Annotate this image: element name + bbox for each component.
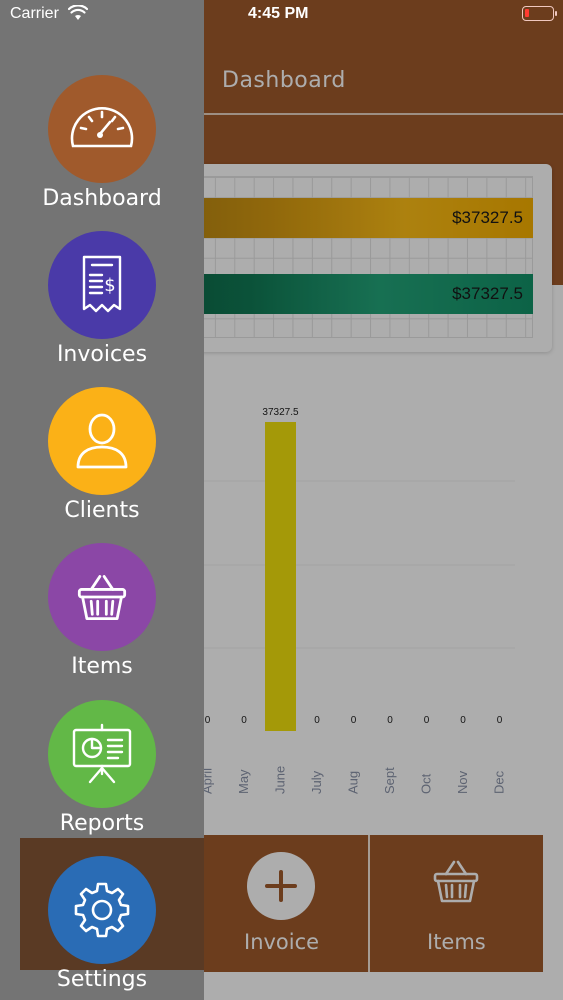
clock: 4:45 PM	[248, 5, 309, 22]
menu-item-invoices[interactable]: $ Invoices	[0, 231, 204, 387]
status-bar: Carrier 4:45 PM	[0, 0, 563, 30]
receipt-icon: $	[82, 255, 122, 313]
menu-item-dashboard[interactable]: Dashboard	[0, 75, 204, 231]
settings-circle[interactable]	[48, 856, 156, 964]
basket-icon	[77, 575, 127, 621]
menu-label-invoices: Invoices	[56, 342, 148, 367]
wifi-icon	[68, 5, 88, 20]
battery-cap	[555, 11, 557, 16]
invoices-circle[interactable]: $	[48, 231, 156, 339]
menu-label-dashboard: Dashboard	[42, 186, 162, 211]
menu-item-clients[interactable]: Clients	[0, 387, 204, 543]
presentation-board-icon	[72, 723, 132, 784]
carrier-label: Carrier	[10, 5, 59, 22]
menu-label-reports: Reports	[59, 811, 145, 836]
user-icon	[76, 413, 128, 469]
menu-item-items[interactable]: Items	[0, 543, 204, 699]
clients-circle[interactable]	[48, 387, 156, 495]
side-menu: Dashboard $ Invoices Clients Items Repor…	[0, 0, 204, 1000]
gear-icon	[74, 882, 130, 938]
speedometer-icon	[70, 107, 134, 148]
svg-text:$: $	[104, 275, 115, 296]
menu-label-clients: Clients	[64, 498, 140, 523]
reports-circle[interactable]	[48, 700, 156, 808]
battery-icon	[522, 6, 554, 21]
items-circle[interactable]	[48, 543, 156, 651]
battery-level	[525, 9, 529, 17]
menu-item-settings[interactable]: Settings	[0, 856, 204, 1000]
menu-item-reports[interactable]: Reports	[0, 700, 204, 856]
menu-label-settings: Settings	[56, 967, 148, 992]
menu-label-items: Items	[71, 654, 133, 679]
dashboard-circle[interactable]	[48, 75, 156, 183]
